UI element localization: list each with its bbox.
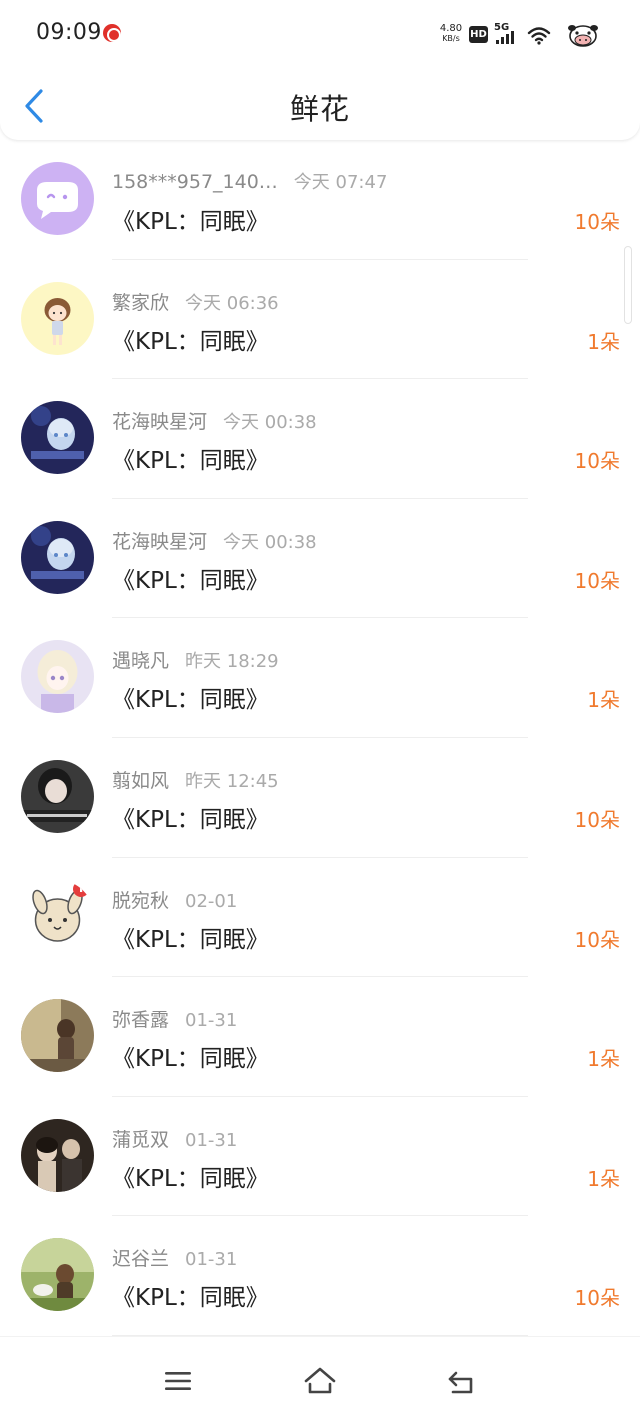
flower-count: 1朵 <box>587 1166 620 1191</box>
cow-avatar-icon <box>568 25 598 47</box>
network-speed-value: 4.80 <box>439 23 463 34</box>
item-meta: 遇晓凡 昨天 18:29 <box>112 646 279 674</box>
wifi-icon <box>527 27 551 45</box>
avatar[interactable] <box>21 1118 94 1192</box>
app-header: 09:09 4.80 KB/s HD 5G 鲜花 <box>0 0 640 140</box>
send-time: 昨天 12:45 <box>185 770 279 792</box>
sender-name[interactable]: 蒲觅双 <box>112 1129 169 1151</box>
send-time: 今天 00:38 <box>223 531 317 553</box>
work-title[interactable]: 《KPL：同眠》 <box>112 920 269 954</box>
list-item[interactable]: 脱宛秋 02-01 《KPL：同眠》 10朵 <box>0 858 640 978</box>
item-meta: 脱宛秋 02-01 <box>112 886 237 914</box>
back-icon[interactable] <box>445 1365 479 1397</box>
item-meta: 158***957_140… 今天 07:47 <box>112 168 387 196</box>
sender-name[interactable]: 花海映星河 <box>112 411 207 433</box>
flower-count: 10朵 <box>574 210 620 234</box>
flower-count: 1朵 <box>587 329 620 354</box>
avatar[interactable] <box>21 640 94 714</box>
sender-name[interactable]: 遇晓凡 <box>112 650 169 672</box>
status-bar: 09:09 4.80 KB/s HD 5G <box>0 0 640 70</box>
network-type-label: 5G <box>494 22 510 33</box>
work-title[interactable]: 《KPL：同眠》 <box>112 1159 269 1193</box>
list-item[interactable]: 158***957_140… 今天 07:47 《KPL：同眠》 10朵 <box>0 140 640 260</box>
send-time: 今天 00:38 <box>223 412 317 434</box>
sender-name[interactable]: 158***957_140… <box>112 171 278 193</box>
flower-count: 10朵 <box>574 449 620 474</box>
work-title[interactable]: 《KPL：同眠》 <box>112 202 269 236</box>
sender-name[interactable]: 繁家欣 <box>112 292 169 314</box>
send-time: 01-31 <box>185 1010 238 1032</box>
item-meta: 蒲觅双 01-31 <box>112 1125 237 1153</box>
item-meta: 弥香露 01-31 <box>112 1005 237 1033</box>
send-time: 01-31 <box>185 1129 238 1151</box>
avatar[interactable] <box>21 1238 94 1312</box>
flower-record-list: 158***957_140… 今天 07:47 《KPL：同眠》 10朵 繁家欣今… <box>0 140 640 1336</box>
list-item[interactable]: 迟谷兰 01-31 《KPL：同眠》 10朵 <box>0 1216 640 1336</box>
send-time: 昨天 18:29 <box>185 651 279 673</box>
work-title[interactable]: 《KPL：同眠》 <box>112 322 269 356</box>
flower-count: 10朵 <box>574 807 620 832</box>
send-time: 今天 06:36 <box>185 292 279 314</box>
list-item[interactable]: 繁家欣 今天 06:36 《KPL：同眠》 1朵 <box>0 260 640 380</box>
sender-name[interactable]: 弥香露 <box>112 1009 169 1031</box>
hd-icon: HD <box>469 26 488 43</box>
work-title[interactable]: 《KPL：同眠》 <box>112 1039 269 1073</box>
send-time: 01-31 <box>185 1249 238 1271</box>
item-meta: 花海映星河 今天 00:38 <box>112 407 317 435</box>
system-nav-bar <box>0 1336 640 1422</box>
flower-count: 10朵 <box>574 1286 620 1311</box>
avatar[interactable] <box>21 999 94 1073</box>
avatar[interactable] <box>21 879 94 953</box>
flower-count: 1朵 <box>587 688 620 713</box>
sender-name[interactable]: 迟谷兰 <box>112 1248 169 1270</box>
send-time: 今天 07:47 <box>293 172 388 193</box>
sender-name[interactable]: 翦如风 <box>112 770 169 792</box>
flower-count: 10朵 <box>574 568 620 593</box>
scrollbar[interactable] <box>624 246 632 324</box>
sender-name[interactable]: 花海映星河 <box>112 531 207 553</box>
netease-music-icon <box>103 24 121 42</box>
list-item[interactable]: 遇晓凡 昨天 18:29 《KPL：同眠》 1朵 <box>0 618 640 738</box>
item-meta: 花海映星河 今天 00:38 <box>112 527 317 555</box>
list-item[interactable]: 蒲觅双 01-31 《KPL：同眠》 1朵 <box>0 1097 640 1217</box>
send-time: 02-01 <box>185 890 238 912</box>
avatar[interactable] <box>21 520 94 594</box>
work-title[interactable]: 《KPL：同眠》 <box>112 800 269 834</box>
avatar[interactable] <box>21 281 94 355</box>
avatar[interactable] <box>21 162 94 235</box>
list-item[interactable]: 翦如风 昨天 12:45 《KPL：同眠》 10朵 <box>0 738 640 858</box>
list-item[interactable]: 弥香露 01-31 《KPL：同眠》 1朵 <box>0 977 640 1097</box>
avatar[interactable] <box>21 401 94 475</box>
avatar[interactable] <box>21 759 94 833</box>
status-time: 09:09 <box>36 20 102 45</box>
flower-count: 10朵 <box>574 927 620 952</box>
work-title[interactable]: 《KPL：同眠》 <box>112 561 269 595</box>
list-item[interactable]: 花海映星河 今天 00:38 《KPL：同眠》 10朵 <box>0 379 640 499</box>
page-title: 鲜花 <box>289 92 350 126</box>
item-meta: 翦如风 昨天 12:45 <box>112 766 279 794</box>
home-icon[interactable] <box>303 1365 337 1397</box>
work-title[interactable]: 《KPL：同眠》 <box>112 1278 269 1312</box>
work-title[interactable]: 《KPL：同眠》 <box>112 441 269 475</box>
work-title[interactable]: 《KPL：同眠》 <box>112 680 269 714</box>
menu-icon[interactable] <box>161 1365 195 1397</box>
item-meta: 繁家欣 今天 06:36 <box>112 288 279 316</box>
item-meta: 迟谷兰 01-31 <box>112 1244 237 1272</box>
flower-count: 1朵 <box>587 1047 620 1072</box>
list-item[interactable]: 花海映星河 今天 00:38 《KPL：同眠》 10朵 <box>0 499 640 619</box>
signal-icon: 5G <box>494 22 522 46</box>
network-speed: 4.80 KB/s <box>437 24 465 44</box>
network-speed-unit: KB/s <box>442 34 460 43</box>
sender-name[interactable]: 脱宛秋 <box>112 890 169 912</box>
